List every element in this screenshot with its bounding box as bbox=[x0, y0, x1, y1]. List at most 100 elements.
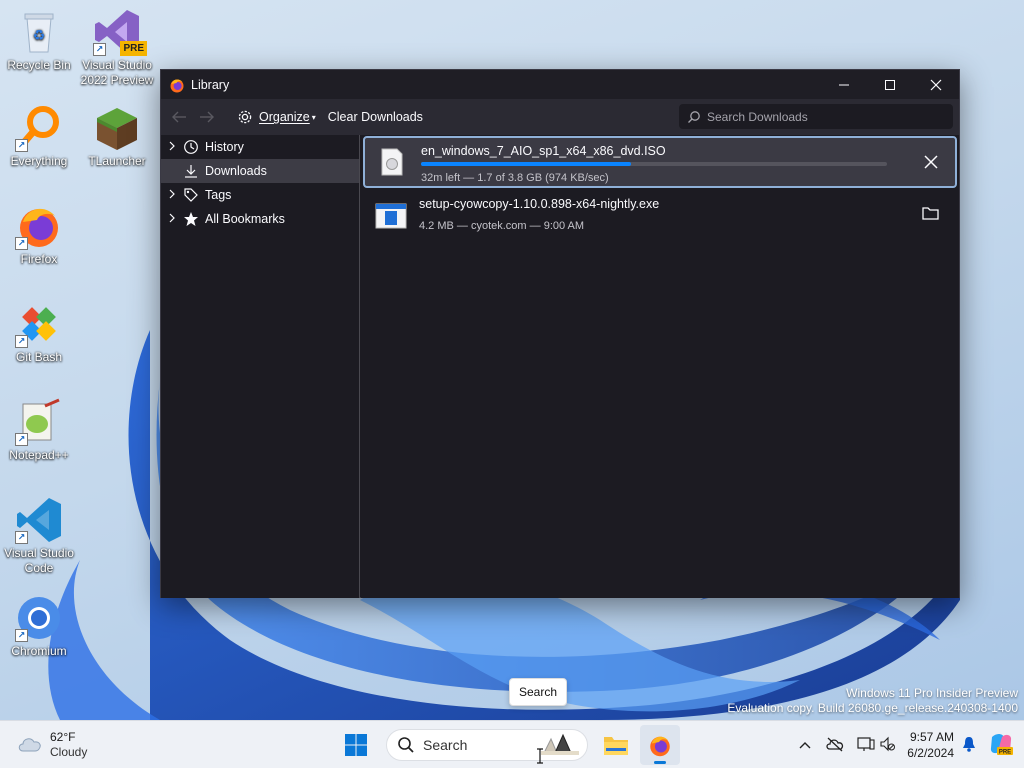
taskbar-search-box[interactable]: Search bbox=[386, 729, 588, 761]
chromium-icon: ↗ bbox=[15, 594, 63, 642]
show-hidden-icons-button[interactable] bbox=[799, 738, 811, 752]
download-filename: en_windows_7_AIO_sp1_x64_x86_dvd.ISO bbox=[421, 144, 666, 158]
shortcut-arrow-icon: ↗ bbox=[93, 43, 106, 56]
forward-button[interactable] bbox=[195, 104, 219, 130]
search-downloads-input[interactable]: Search Downloads bbox=[679, 104, 953, 129]
maximize-icon bbox=[885, 79, 895, 90]
sidebar-item-all-bookmarks[interactable]: All Bookmarks bbox=[161, 207, 359, 231]
search-icon bbox=[398, 737, 414, 753]
minecraft-grass-block-icon bbox=[93, 104, 141, 152]
disc-image-file-icon bbox=[380, 148, 404, 179]
library-window[interactable]: Library Organize ▾ Clear Downloads Searc… bbox=[160, 69, 960, 598]
close-button[interactable] bbox=[913, 70, 959, 99]
shortcut-arrow-icon: ↗ bbox=[15, 237, 28, 250]
desktop-icon-visual-studio-2022-preview[interactable]: ↗ PRE Visual Studio 2022 Preview bbox=[80, 8, 154, 88]
desktop-icon-visual-studio-code[interactable]: ↗ Visual Studio Code bbox=[2, 496, 76, 576]
system-tray: 9:57 AM 6/2/2024 PRE bbox=[799, 721, 1024, 768]
notification-bell-icon[interactable] bbox=[962, 736, 976, 755]
clock-date: 6/2/2024 bbox=[907, 746, 954, 760]
network-icon[interactable] bbox=[857, 736, 875, 755]
chevron-right-icon[interactable] bbox=[161, 212, 183, 226]
desktop-icon-firefox[interactable]: ↗ Firefox bbox=[2, 202, 76, 267]
weather-temperature: 62°F bbox=[50, 730, 76, 744]
desktop-icon-git-bash[interactable]: ↗ Git Bash bbox=[2, 300, 76, 365]
back-button[interactable] bbox=[167, 104, 191, 130]
open-folder-button[interactable] bbox=[921, 203, 941, 223]
sidebar-item-downloads[interactable]: Downloads bbox=[161, 159, 359, 183]
library-toolbar: Organize ▾ Clear Downloads Search Downlo… bbox=[161, 99, 959, 135]
volume-muted-icon[interactable] bbox=[879, 736, 896, 755]
shortcut-arrow-icon: ↗ bbox=[15, 335, 28, 348]
chevron-down-icon: ▾ bbox=[311, 112, 316, 122]
search-placeholder: Search Downloads bbox=[707, 109, 808, 124]
close-icon bbox=[930, 79, 942, 90]
folder-icon bbox=[604, 737, 628, 755]
maximize-button[interactable] bbox=[867, 70, 913, 99]
weather-widget[interactable]: 62°F Cloudy bbox=[16, 730, 87, 761]
minimize-icon bbox=[839, 84, 849, 85]
title-bar[interactable]: Library bbox=[161, 70, 959, 99]
gear-icon bbox=[238, 110, 252, 124]
search-highlight-icon bbox=[541, 731, 581, 760]
taskbar: 62°F Cloudy Search 9:57 AM 6/2/2024 PRE bbox=[0, 720, 1024, 768]
clock-time: 9:57 AM bbox=[909, 730, 954, 744]
search-tooltip: Search bbox=[509, 678, 568, 706]
everything-search-icon: ↗ bbox=[15, 104, 63, 152]
taskbar-firefox[interactable] bbox=[640, 725, 680, 765]
shortcut-arrow-icon: ↗ bbox=[15, 139, 28, 152]
preview-badge: PRE bbox=[120, 41, 147, 56]
text-cursor-icon bbox=[536, 748, 544, 767]
download-icon bbox=[183, 163, 201, 179]
visual-studio-icon: ↗ PRE bbox=[93, 8, 147, 56]
firefox-icon: ↗ bbox=[15, 202, 63, 250]
download-item[interactable]: en_windows_7_AIO_sp1_x64_x86_dvd.ISO 32m… bbox=[363, 136, 957, 188]
desktop-icon-notepad-plus-plus[interactable]: ↗ Notepad++ bbox=[2, 398, 76, 463]
windows-watermark: Windows 11 Pro Insider Preview Evaluatio… bbox=[727, 686, 1018, 715]
installer-file-icon bbox=[375, 203, 407, 232]
library-sidebar: History Downloads Tags All Bookmarks bbox=[161, 135, 360, 598]
onedrive-offline-icon[interactable] bbox=[825, 736, 845, 755]
minimize-button[interactable] bbox=[821, 70, 867, 99]
clock[interactable]: 9:57 AM 6/2/2024 bbox=[907, 729, 954, 761]
running-indicator bbox=[654, 761, 666, 764]
shortcut-arrow-icon: ↗ bbox=[15, 531, 28, 544]
cancel-download-button[interactable] bbox=[921, 152, 941, 172]
sidebar-item-history[interactable]: History bbox=[161, 135, 359, 159]
svg-text:PRE: PRE bbox=[999, 749, 1011, 755]
download-progress-bar bbox=[421, 162, 887, 166]
arrow-right-icon bbox=[200, 111, 214, 123]
search-icon bbox=[688, 110, 700, 123]
window-title: Library bbox=[191, 77, 230, 92]
arrow-left-icon bbox=[172, 111, 186, 123]
copilot-preview-icon[interactable]: PRE bbox=[988, 731, 1014, 760]
organize-menu-button[interactable]: Organize ▾ bbox=[233, 104, 320, 130]
download-status: 32m left — 1.7 of 3.8 GB (974 KB/sec) bbox=[421, 172, 609, 184]
download-status: 4.2 MB — cyotek.com — 9:00 AM bbox=[419, 220, 585, 232]
chevron-right-icon[interactable] bbox=[161, 188, 183, 202]
recycle-bin-icon: ♻ bbox=[15, 8, 63, 56]
weather-description: Cloudy bbox=[50, 745, 88, 759]
desktop-icon-chromium[interactable]: ↗ Chromium bbox=[2, 594, 76, 659]
star-icon bbox=[183, 211, 201, 227]
desktop-icon-everything[interactable]: ↗ Everything bbox=[2, 104, 76, 169]
clock-icon bbox=[183, 139, 201, 155]
shortcut-arrow-icon: ↗ bbox=[15, 629, 28, 642]
close-icon bbox=[924, 155, 938, 169]
organize-label: Organize bbox=[259, 110, 310, 124]
clear-downloads-button[interactable]: Clear Downloads bbox=[324, 104, 427, 130]
taskbar-file-explorer[interactable] bbox=[596, 725, 636, 765]
chevron-up-icon bbox=[799, 742, 811, 749]
vscode-icon: ↗ bbox=[15, 496, 63, 544]
start-button[interactable] bbox=[336, 725, 376, 765]
download-item[interactable]: setup-cyowcopy-1.10.0.898-x64-nightly.ex… bbox=[363, 191, 957, 243]
notepad-plus-plus-icon: ↗ bbox=[15, 398, 63, 446]
svg-text:♻: ♻ bbox=[33, 27, 46, 43]
sidebar-item-tags[interactable]: Tags bbox=[161, 183, 359, 207]
desktop-icon-recycle-bin[interactable]: ♻ Recycle Bin bbox=[2, 8, 76, 73]
git-bash-icon: ↗ bbox=[15, 300, 63, 348]
desktop-icon-tlauncher[interactable]: TLauncher bbox=[80, 104, 154, 169]
firefox-icon bbox=[169, 77, 185, 93]
chevron-right-icon[interactable] bbox=[161, 140, 183, 154]
tags-icon bbox=[183, 187, 201, 203]
downloads-list: en_windows_7_AIO_sp1_x64_x86_dvd.ISO 32m… bbox=[361, 135, 959, 598]
